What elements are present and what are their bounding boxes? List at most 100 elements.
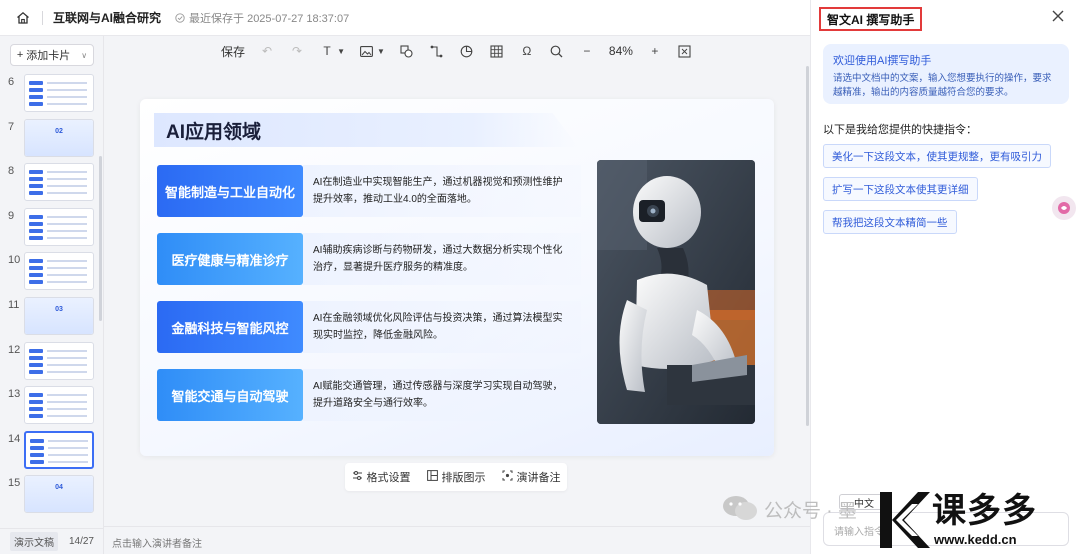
shape-icon[interactable] <box>399 43 415 59</box>
slide-thumbnail[interactable] <box>24 207 94 246</box>
sliders-icon <box>352 470 363 484</box>
slide-thumbnail[interactable] <box>24 163 94 202</box>
thumbnail-block <box>29 235 43 240</box>
slide-number: 10 <box>8 254 21 267</box>
application-row[interactable]: 医疗健康与精准诊疗 AI辅助疾病诊断与药物研发，通过大数据分析实现个性化治疗，显… <box>157 233 581 285</box>
thumbnail-line <box>47 185 87 188</box>
slide-thumbnail[interactable] <box>24 386 94 425</box>
chart-icon[interactable] <box>459 43 475 59</box>
thumbnail-line <box>47 96 87 98</box>
format-settings-button[interactable]: 格式设置 <box>352 469 411 485</box>
slide-thumbnail[interactable] <box>24 252 94 291</box>
slide-thumbnail-row[interactable]: 8 <box>0 163 104 203</box>
save-status-text: 最近保存于 2025-07-27 18:37:07 <box>189 12 350 25</box>
application-row[interactable]: 智能交通与自动驾驶 AI赋能交通管理，通过传感器与深度学习实现自动驾驶，提升道路… <box>157 369 581 421</box>
add-card-button[interactable]: + 添加卡片 ∨ <box>10 44 94 66</box>
row-description: AI在制造业中实现智能生产，通过机器视觉和预测性维护提升效率，推动工业4.0的全… <box>303 165 581 217</box>
image-icon <box>359 43 375 59</box>
section-cover: 04 <box>25 476 93 513</box>
thumbnail-block <box>30 438 44 443</box>
slide-thumbnail[interactable]: 04 <box>24 475 94 514</box>
thumbnail-line <box>47 229 87 232</box>
slide-thumbnail-row[interactable]: 6 <box>0 74 104 114</box>
undo-icon[interactable]: ↶ <box>259 43 275 59</box>
chevron-down-icon: ▼ <box>337 46 345 56</box>
layout-diagram-button[interactable]: 排版图示 <box>426 469 486 485</box>
thumbnail-line <box>47 267 87 270</box>
thumbnail-line <box>47 415 87 418</box>
slide-thumbnail[interactable]: 02 <box>24 118 94 157</box>
top-bar: 互联网与AI融合研究 最近保存于 2025-07-27 18:37:07 <box>0 0 810 36</box>
current-slide[interactable]: AI应用领域 智能制造与工业自动化 AI在制造业中实现智能生产，通过机器视觉和预… <box>140 99 774 456</box>
layout-icon <box>426 470 438 484</box>
slide-number: 11 <box>8 299 20 311</box>
slide-thumbnail-row[interactable]: 9 <box>0 207 104 248</box>
home-icon[interactable] <box>14 9 32 27</box>
search-icon[interactable] <box>549 43 565 59</box>
thumbnail-block <box>29 177 43 182</box>
save-status: 最近保存于 2025-07-27 18:37:07 <box>175 10 349 26</box>
image-tool-button[interactable]: ▼ <box>359 43 385 59</box>
thumbnail-block <box>29 348 43 353</box>
symbol-icon[interactable]: Ω <box>519 43 535 59</box>
text-tool-button[interactable]: T ▼ <box>319 43 345 59</box>
application-row[interactable]: 金融科技与智能风控 AI在金融领域优化风险评估与投资决策，通过算法模型实现实时监… <box>157 301 581 353</box>
slide-thumbnail[interactable]: 03 <box>24 297 94 335</box>
quick-command-chip[interactable]: 帮我把这段文本精简一些 <box>823 210 957 234</box>
speaker-notes-input[interactable]: 点击输入演讲者备注 <box>104 526 810 554</box>
plus-icon: + <box>16 49 24 61</box>
close-icon[interactable] <box>1051 9 1067 25</box>
zoom-in-icon[interactable]: + <box>647 43 663 59</box>
welcome-heading: 欢迎使用AI撰写助手 <box>833 55 932 67</box>
slide-thumbnail-row[interactable]: 7 02 <box>0 118 104 159</box>
redo-icon[interactable]: ↷ <box>289 43 305 59</box>
slide-thumbnail-row[interactable]: 10 <box>0 252 104 292</box>
slide-thumbnail-row[interactable]: 13 <box>0 386 104 426</box>
divider <box>42 10 43 25</box>
thumbnail-line <box>47 370 87 373</box>
fit-screen-icon[interactable] <box>677 43 693 59</box>
slide-thumbnail-row[interactable]: 14 <box>0 430 104 471</box>
text-icon: T <box>323 44 331 58</box>
slide-thumbnail[interactable] <box>24 341 94 380</box>
row-tag: 医疗健康与精准诊疗 <box>157 233 303 285</box>
slide-title[interactable]: AI应用领域 <box>166 117 261 144</box>
document-title[interactable]: 互联网与AI融合研究 <box>53 9 161 26</box>
robot-image[interactable] <box>597 160 755 424</box>
thumbnail-line <box>47 401 87 404</box>
notes-icon <box>502 470 513 484</box>
slide-thumbnail-row[interactable]: 15 04 <box>0 475 104 515</box>
quick-command-chip[interactable]: 扩写一下这段文本使其更详细 <box>823 177 978 201</box>
sidebar-scrollbar[interactable] <box>99 156 102 321</box>
thumbnail-block <box>29 191 43 196</box>
row-description: AI辅助疾病诊断与药物研发，通过大数据分析实现个性化治疗，显著提升医疗服务的精准… <box>303 233 581 285</box>
thumbnail-block <box>29 266 43 271</box>
thumbnail-block <box>29 184 43 189</box>
chevron-down-icon: ▼ <box>376 46 385 56</box>
thumbnail-block <box>29 280 43 285</box>
application-row[interactable]: 智能制造与工业自动化 AI在制造业中实现智能生产，通过机器视觉和预测性维护提升效… <box>157 165 581 217</box>
editor-toolbar: 保存 ↶ ↷ T ▼ ▼ Ω − 84% + <box>104 36 810 66</box>
thumbnail-line <box>47 178 87 181</box>
slide-thumbnail[interactable] <box>24 74 94 112</box>
slide-thumbnail-row[interactable]: 11 03 <box>0 297 104 337</box>
thumbnail-block <box>29 362 43 367</box>
connector-icon[interactable] <box>429 43 445 59</box>
chevron-down-icon: ∨ <box>81 50 88 60</box>
table-icon[interactable] <box>489 43 505 59</box>
welcome-card: 欢迎使用AI撰写助手 请选中文档中的文案，输入您想要执行的操作，要求越精准，输出… <box>823 44 1069 104</box>
zoom-out-icon[interactable]: − <box>579 43 595 59</box>
thumbnail-line <box>47 260 87 263</box>
presentation-mode-label[interactable]: 演示文稿 <box>10 532 58 551</box>
thumbnail-line <box>48 460 88 463</box>
quick-command-chip[interactable]: 美化一下这段文本，使其更规整，更有吸引力 <box>823 144 1051 168</box>
speaker-notes-button[interactable]: 演讲备注 <box>502 469 561 485</box>
thumbnail-line <box>47 349 87 352</box>
row-tag: 智能制造与工业自动化 <box>157 165 303 217</box>
save-button[interactable]: 保存 <box>221 43 245 60</box>
format-settings-label: 格式设置 <box>366 472 411 484</box>
slide-thumbnail-row[interactable]: 12 <box>0 341 104 382</box>
slide-thumbnail[interactable] <box>24 430 94 469</box>
canvas-scrollbar[interactable] <box>806 66 809 426</box>
floating-assistant-icon[interactable] <box>1052 196 1076 220</box>
